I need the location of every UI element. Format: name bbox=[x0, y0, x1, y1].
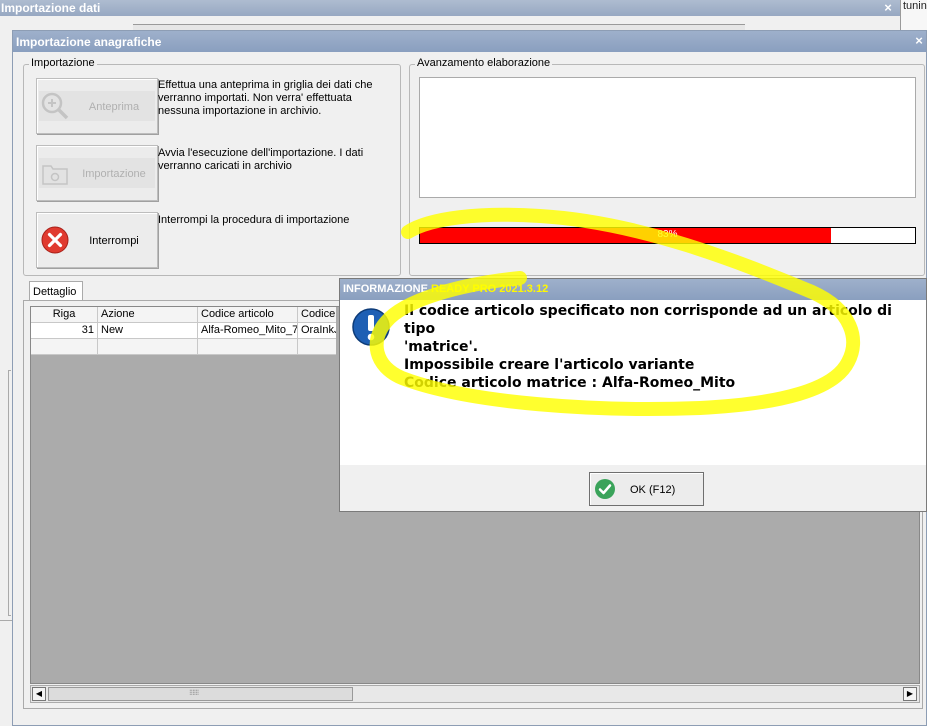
cell-empty bbox=[31, 339, 98, 355]
ok-button[interactable]: OK (F12) bbox=[589, 472, 704, 506]
outer-frame-edge bbox=[8, 370, 11, 616]
outer-frame-line bbox=[0, 620, 12, 621]
scroll-left-icon[interactable]: ◀ bbox=[32, 687, 46, 701]
grid-header-azione[interactable]: Azione bbox=[98, 307, 198, 323]
stop-button-label: Interrompi bbox=[89, 235, 139, 247]
check-circle-icon bbox=[595, 479, 615, 499]
import-button-label: Importazione bbox=[82, 168, 146, 180]
cell-codice-articolo: Alfa-Romeo_Mito_7 bbox=[198, 323, 298, 339]
ok-button-label: OK (F12) bbox=[630, 484, 676, 496]
info-dialog: INFORMAZIONE READY PRO 2021.3.12 Il codi… bbox=[339, 278, 927, 512]
dialog-title-app: READY PRO 2021.3.12 bbox=[431, 283, 549, 295]
progress-bar: 83% bbox=[419, 227, 916, 244]
right-panel-label: tuning bbox=[903, 0, 927, 12]
window-title: Importazione anagrafiche bbox=[13, 31, 926, 52]
progress-group-legend: Avanzamento elaborazione bbox=[415, 57, 553, 69]
magnifier-plus-icon bbox=[41, 92, 69, 120]
cell-empty bbox=[98, 339, 198, 355]
dialog-title-prefix: INFORMAZIONE bbox=[343, 283, 431, 295]
cell-codice-p: OraInkJe bbox=[298, 323, 336, 339]
import-group-legend: Importazione bbox=[29, 57, 97, 69]
import-description: Avvia l'esecuzione dell'importazione. I … bbox=[158, 147, 364, 172]
progress-log[interactable] bbox=[419, 77, 916, 198]
dialog-line: Codice articolo matrice : Alfa-Romeo_Mit… bbox=[404, 375, 736, 391]
cell-empty bbox=[198, 339, 298, 355]
window-close-icon[interactable]: × bbox=[912, 33, 926, 49]
import-groupbox: Importazione Anteprima Effettua una ante… bbox=[23, 57, 401, 276]
dialog-message: Il codice articolo specificato non corri… bbox=[404, 302, 914, 392]
cell-azione: New bbox=[98, 323, 198, 339]
table-row[interactable]: 31 New Alfa-Romeo_Mito_7 OraInkJe bbox=[31, 323, 336, 339]
grid-header-row: Riga Azione Codice articolo Codice p bbox=[31, 307, 336, 323]
grid-header-riga[interactable]: Riga bbox=[31, 307, 98, 323]
progress-groupbox: Avanzamento elaborazione 83% bbox=[409, 57, 925, 276]
preview-button-label: Anteprima bbox=[88, 101, 140, 113]
scroll-thumb[interactable]: ⁝⁝⁝⁝⁝⁝ bbox=[48, 687, 353, 701]
folder-gear-icon bbox=[42, 165, 68, 185]
cell-riga: 31 bbox=[31, 323, 98, 339]
outer-close-icon[interactable]: × bbox=[881, 0, 895, 16]
cell-empty bbox=[298, 339, 336, 355]
grid-header-codice-p[interactable]: Codice p bbox=[298, 307, 336, 323]
outer-window-title: Importazione dati bbox=[0, 0, 900, 16]
grid-new-row[interactable] bbox=[31, 339, 336, 355]
info-exclamation-icon bbox=[352, 308, 390, 346]
dialog-footer: OK (F12) bbox=[340, 465, 926, 511]
stop-description: Interrompi la procedura di importazione bbox=[158, 214, 350, 226]
tab-dettaglio[interactable]: Dettaglio bbox=[29, 281, 83, 301]
stop-button[interactable]: Interrompi bbox=[36, 212, 158, 268]
scroll-right-icon[interactable]: ▶ bbox=[903, 687, 917, 701]
import-button[interactable]: Importazione bbox=[36, 145, 158, 201]
grid-header-codice-articolo[interactable]: Codice articolo bbox=[198, 307, 298, 323]
progress-percent: 83% bbox=[657, 229, 678, 240]
dialog-line: 'matrice'. bbox=[404, 339, 479, 355]
preview-description: Effettua una anteprima in griglia dei da… bbox=[158, 79, 373, 117]
dialog-line: Il codice articolo specificato non corri… bbox=[404, 303, 892, 337]
dialog-line: Impossibile creare l'articolo variante bbox=[404, 357, 695, 373]
dialog-title: INFORMAZIONE READY PRO 2021.3.12 bbox=[340, 279, 926, 300]
preview-button[interactable]: Anteprima bbox=[36, 78, 158, 134]
scroll-grip: ⁝⁝⁝⁝⁝⁝ bbox=[189, 688, 199, 697]
right-panel-strip: tuning bbox=[900, 0, 927, 30]
horizontal-scrollbar[interactable]: ◀ ⁝⁝⁝⁝⁝⁝ ▶ bbox=[30, 685, 920, 703]
close-circle-icon bbox=[41, 226, 69, 254]
